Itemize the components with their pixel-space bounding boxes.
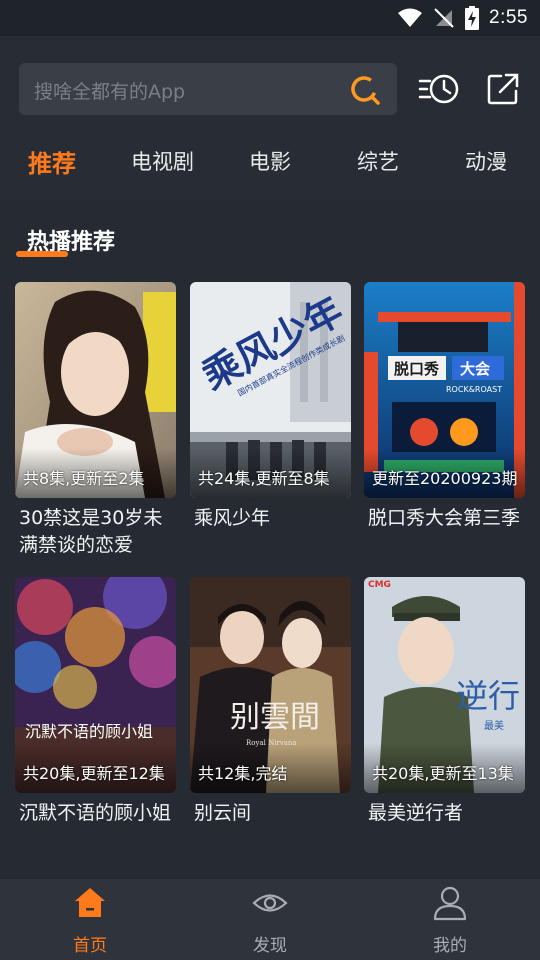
episode-badge: 共24集,更新至8集 — [198, 469, 330, 488]
card-title[interactable]: 脱口秀大会第三季 — [364, 505, 525, 532]
poster-artwork-text: 最美 — [484, 719, 504, 732]
poster-image[interactable]: 共8集,更新至2集 — [15, 282, 176, 498]
battery-charging-icon — [465, 6, 480, 30]
poster-image[interactable]: 沉默不语的顾小姐 共20集,更新至12集 — [15, 577, 176, 793]
video-card[interactable]: 共8集,更新至2集 30禁这是30岁未满禁谈的恋爱 — [15, 282, 176, 559]
video-card[interactable]: 脱口秀 大会 ROCK&ROAST 更新至20200923期 脱口秀大会第三季 — [364, 282, 525, 532]
wifi-icon — [398, 8, 423, 27]
no-signal-icon — [434, 8, 454, 28]
nav-home[interactable]: 首页 — [30, 879, 150, 960]
tab-recommend[interactable]: 推荐 — [28, 144, 76, 179]
episode-badge: 更新至20200923期 — [372, 469, 518, 488]
nav-home-label: 首页 — [73, 936, 107, 956]
poster-artwork-text: CMG — [368, 580, 391, 590]
status-icons: 2:55 — [397, 0, 528, 36]
status-time: 2:55 — [489, 7, 528, 28]
video-card[interactable]: 别雲間 Royal Nirvana 共12集,完结 别云间 — [190, 577, 351, 827]
episode-badge: 共12集,完结 — [198, 764, 288, 783]
tab-anime[interactable]: 动漫 — [465, 146, 507, 176]
search-placeholder: 搜啥全都有的App — [34, 81, 186, 103]
poster-artwork-text: 沉默不语的顾小姐 — [25, 722, 153, 741]
history-icon[interactable] — [418, 72, 460, 106]
episode-badge: 共20集,更新至12集 — [23, 764, 165, 783]
nav-discover-label: 发现 — [253, 936, 287, 956]
poster-artwork-text: 大会 — [460, 360, 490, 378]
card-title[interactable]: 乘风少年 — [190, 505, 351, 532]
nav-profile-label: 我的 — [433, 936, 467, 956]
card-title[interactable]: 沉默不语的顾小姐 — [15, 800, 176, 827]
card-title[interactable]: 别云间 — [190, 800, 351, 827]
tab-tv-series[interactable]: 电视剧 — [131, 146, 194, 176]
video-card[interactable]: 沉默不语的顾小姐 共20集,更新至12集 沉默不语的顾小姐 — [15, 577, 176, 827]
nav-discover[interactable]: 发现 — [210, 879, 330, 960]
poster-artwork-text: 脱口秀 — [394, 360, 440, 378]
category-tabs: 推荐 电视剧 电影 综艺 动漫 — [0, 146, 540, 186]
eye-icon — [252, 894, 288, 912]
bottom-navigation: 首页 发现 我的 — [0, 879, 540, 960]
poster-image[interactable]: 乘风少年 国内首部真实全流程创作类成长剧 共24集,更新至8集 — [190, 282, 351, 498]
status-bar: 2:55 — [0, 0, 540, 36]
video-card[interactable]: CMG 逆行 最美 共20集,更新至13集 最美逆行者 — [364, 577, 525, 827]
tab-variety[interactable]: 综艺 — [357, 146, 399, 176]
home-icon — [75, 888, 105, 917]
poster-image[interactable]: 别雲間 Royal Nirvana 共12集,完结 — [190, 577, 351, 793]
nav-profile[interactable]: 我的 — [390, 879, 510, 960]
section-title: 热播推荐 — [27, 230, 116, 255]
user-icon — [433, 886, 467, 921]
poster-artwork-text: 逆行 — [456, 677, 520, 715]
search-icon[interactable] — [349, 74, 381, 106]
poster-image[interactable]: 脱口秀 大会 ROCK&ROAST 更新至20200923期 — [364, 282, 525, 498]
tab-movies[interactable]: 电影 — [249, 146, 291, 176]
poster-artwork-text: ROCK&ROAST — [446, 385, 502, 394]
top-bar: 搜啥全都有的App 推荐 电视剧 电影 综艺 动漫 — [0, 36, 540, 200]
share-icon[interactable] — [486, 72, 520, 106]
video-card[interactable]: 乘风少年 国内首部真实全流程创作类成长剧 共24集,更新至8集 乘风少年 — [190, 282, 351, 532]
episode-badge: 共20集,更新至13集 — [372, 764, 514, 783]
search-input[interactable]: 搜啥全都有的App — [19, 63, 397, 115]
poster-artwork-text: 别雲間 — [230, 700, 320, 735]
poster-image[interactable]: CMG 逆行 最美 共20集,更新至13集 — [364, 577, 525, 793]
episode-badge: 共8集,更新至2集 — [23, 469, 145, 488]
card-title[interactable]: 30禁这是30岁未满禁谈的恋爱 — [15, 505, 176, 559]
card-title[interactable]: 最美逆行者 — [364, 800, 525, 827]
